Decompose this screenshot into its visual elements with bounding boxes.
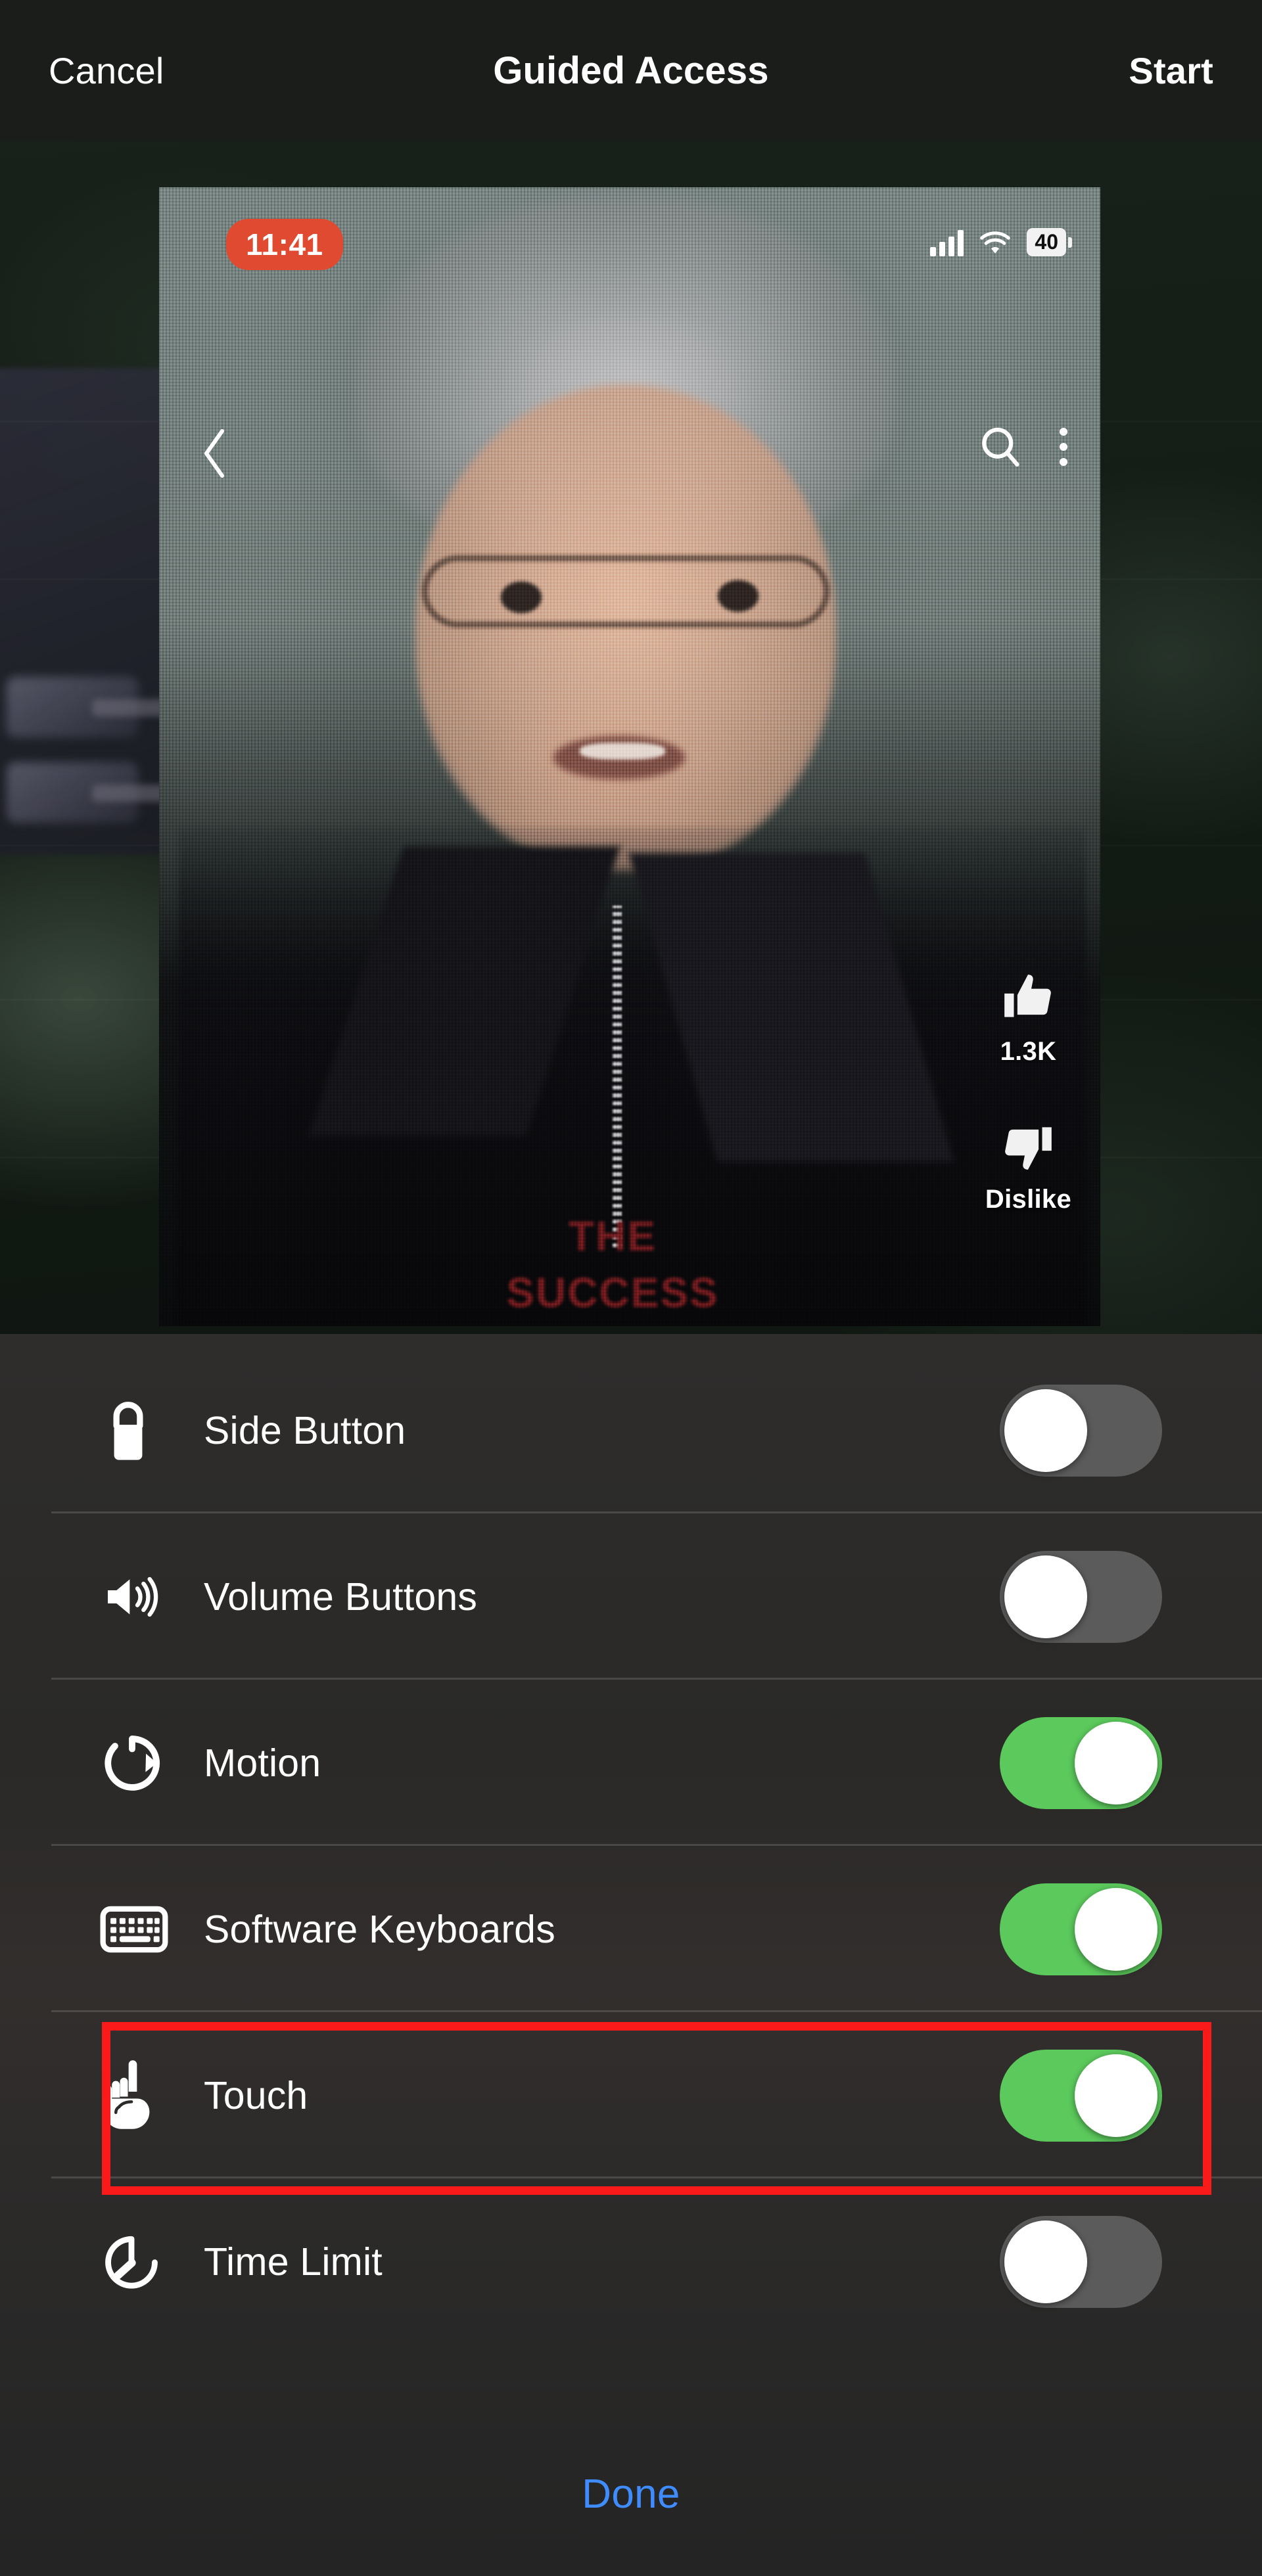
thumbs-down-icon bbox=[1005, 1127, 1052, 1170]
options-list: Side Button Volume Buttons Motion Software … bbox=[0, 1334, 1262, 2345]
settings-row-touch[interactable]: Touch bbox=[0, 2012, 1262, 2178]
guided-access-screen: Cancel Guided Access Start THE SUCCESS 1… bbox=[0, 0, 1262, 2576]
settings-row-toggle[interactable] bbox=[1000, 2215, 1162, 2308]
settings-row-toggle[interactable] bbox=[1000, 1716, 1162, 1809]
settings-row-motion[interactable]: Motion bbox=[0, 1680, 1262, 1846]
preview-nav-row bbox=[159, 421, 1100, 506]
dislike-label: Dislike bbox=[985, 1185, 1071, 1214]
like-button[interactable]: 1.3K bbox=[999, 970, 1057, 1067]
toggle-knob bbox=[1075, 1887, 1157, 1971]
page-title: Guided Access bbox=[493, 49, 769, 92]
toggle-knob bbox=[1004, 2220, 1087, 2303]
toggle-knob bbox=[1004, 1555, 1087, 1638]
preview-scanlines bbox=[159, 187, 1100, 1326]
speaker-icon bbox=[100, 1571, 185, 1623]
settings-row-label: Software Keyboards bbox=[204, 1907, 555, 1951]
toggle-knob bbox=[1075, 1721, 1157, 1805]
sheet-footer: Done bbox=[0, 2412, 1262, 2576]
like-count: 1.3K bbox=[1000, 1037, 1057, 1066]
settings-row-toggle[interactable] bbox=[1000, 2049, 1162, 2142]
dislike-button[interactable]: Dislike bbox=[985, 1118, 1071, 1214]
search-icon[interactable] bbox=[978, 425, 1023, 469]
settings-row-toggle[interactable] bbox=[1000, 1550, 1162, 1643]
done-button[interactable]: Done bbox=[582, 2471, 680, 2518]
back-chevron-icon[interactable] bbox=[200, 427, 231, 480]
battery-indicator: 40 bbox=[1027, 228, 1066, 256]
settings-row-label: Volume Buttons bbox=[204, 1575, 478, 1619]
settings-row-volume-buttons[interactable]: Volume Buttons bbox=[0, 1513, 1262, 1680]
lock-icon bbox=[100, 1398, 185, 1463]
status-time: 11:41 bbox=[226, 219, 343, 270]
settings-row-label: Motion bbox=[204, 1741, 321, 1785]
topbar: Cancel Guided Access Start bbox=[0, 0, 1262, 141]
settings-row-label: Time Limit bbox=[204, 2240, 383, 2284]
thumbs-up-icon bbox=[1004, 975, 1052, 1017]
settings-row-side-button[interactable]: Side Button bbox=[0, 1347, 1262, 1513]
settings-row-time-limit[interactable]: Time Limit bbox=[0, 2178, 1262, 2345]
touch-hand-icon bbox=[100, 2059, 185, 2132]
kebab-menu-icon[interactable] bbox=[1060, 428, 1067, 466]
toggle-knob bbox=[1004, 1389, 1087, 1472]
toggle-knob bbox=[1075, 2054, 1157, 2137]
guided-access-options-sheet: Side Button Volume Buttons Motion Software … bbox=[0, 1334, 1262, 2576]
preview-reaction-rail: 1.3K Dislike bbox=[985, 970, 1071, 1214]
rotate-icon bbox=[100, 1731, 185, 1795]
settings-row-toggle[interactable] bbox=[1000, 1883, 1162, 1975]
settings-row-label: Touch bbox=[204, 2073, 308, 2117]
settings-row-toggle[interactable] bbox=[1000, 1384, 1162, 1477]
settings-row-software-keyboards[interactable]: Software Keyboards bbox=[0, 1846, 1262, 2012]
keyboard-icon bbox=[100, 1904, 185, 1954]
app-preview[interactable]: THE SUCCESS 11:41 40 bbox=[159, 187, 1100, 1326]
timer-icon bbox=[100, 2230, 185, 2293]
wifi-icon bbox=[980, 231, 1011, 254]
cellular-signal-icon bbox=[930, 230, 964, 256]
settings-row-label: Side Button bbox=[204, 1408, 406, 1452]
preview-status-bar: 11:41 40 bbox=[159, 187, 1100, 286]
